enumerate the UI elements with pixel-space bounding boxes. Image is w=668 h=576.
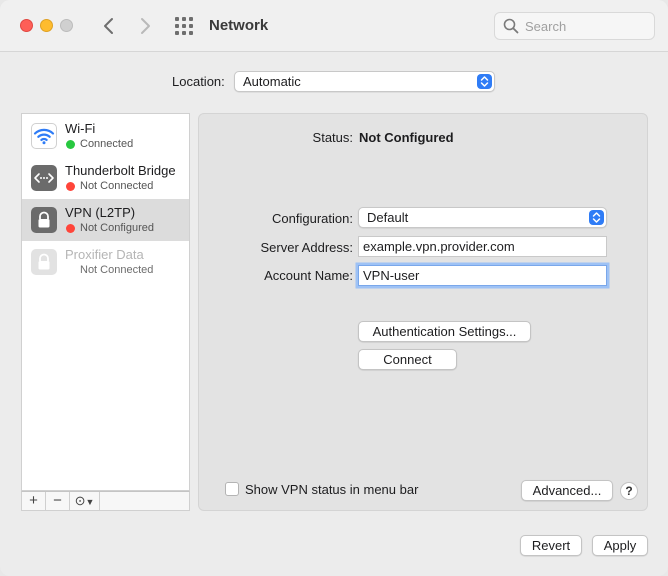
status-dot xyxy=(66,224,75,233)
service-list-toolbar: + − ⊙▼ xyxy=(21,491,190,511)
action-icon: ⊙ xyxy=(74,493,86,508)
server-address-field[interactable] xyxy=(358,236,607,257)
show-vpn-status-label: Show VPN status in menu bar xyxy=(245,482,419,497)
forward-button[interactable] xyxy=(134,14,156,38)
lock-icon xyxy=(31,207,57,233)
action-menu-button[interactable]: ⊙▼ xyxy=(70,492,100,510)
service-name: Proxifier Data xyxy=(65,247,144,262)
service-item-thunderbolt-bridge[interactable]: Thunderbolt Bridge Not Connected xyxy=(22,157,189,199)
help-button[interactable]: ? xyxy=(620,482,638,500)
vpn-detail-panel xyxy=(198,113,648,511)
status-label: Status: xyxy=(312,130,353,145)
remove-service-button[interactable]: − xyxy=(46,492,70,510)
configuration-label: Configuration: xyxy=(272,211,353,226)
service-status: Not Configured xyxy=(80,222,154,234)
location-label: Location: xyxy=(172,74,225,89)
revert-button[interactable]: Revert xyxy=(520,535,582,556)
service-name: Thunderbolt Bridge xyxy=(65,163,176,178)
service-name: Wi-Fi xyxy=(65,121,96,136)
show-vpn-status-checkbox[interactable] xyxy=(225,482,239,496)
service-status: Not Connected xyxy=(80,264,154,276)
status-dot xyxy=(66,182,75,191)
advanced-button[interactable]: Advanced... xyxy=(521,480,613,501)
minimize-window-button[interactable] xyxy=(40,19,53,32)
service-list: Wi-Fi Connected Thunderbolt Bridge Not C… xyxy=(21,113,190,491)
show-all-grid-icon[interactable] xyxy=(174,17,196,35)
configuration-value: Default xyxy=(367,210,409,225)
service-item-vpn-l2tp[interactable]: VPN (L2TP) Not Configured xyxy=(22,199,189,241)
chevron-left-icon xyxy=(104,18,113,34)
location-popup[interactable]: Automatic xyxy=(234,71,495,92)
close-window-button[interactable] xyxy=(20,19,33,32)
popup-arrows-icon xyxy=(477,74,492,89)
zoom-window-button[interactable] xyxy=(60,19,73,32)
server-address-label: Server Address: xyxy=(260,240,354,255)
wifi-icon xyxy=(31,123,57,149)
status-dot xyxy=(66,140,75,149)
service-item-wifi[interactable]: Wi-Fi Connected xyxy=(22,115,189,157)
configuration-popup[interactable]: Default xyxy=(358,207,607,228)
service-status: Not Connected xyxy=(80,180,154,192)
location-value: Automatic xyxy=(243,74,301,89)
back-button[interactable] xyxy=(98,14,120,38)
network-preferences-window: Network Location: Automatic xyxy=(0,0,668,576)
chevron-right-icon xyxy=(141,18,150,34)
thunderbolt-bridge-icon xyxy=(31,165,57,191)
title-bar: Network xyxy=(0,0,668,52)
popup-arrows-icon xyxy=(589,210,604,225)
connect-button[interactable]: Connect xyxy=(358,349,457,370)
window-title: Network xyxy=(209,17,269,34)
service-name: VPN (L2TP) xyxy=(65,205,136,220)
status-value: Not Configured xyxy=(359,130,454,145)
search-field[interactable] xyxy=(494,12,655,40)
service-status: Connected xyxy=(80,138,134,150)
account-name-field[interactable] xyxy=(358,265,607,286)
search-icon xyxy=(503,18,519,34)
apply-button[interactable]: Apply xyxy=(592,535,648,556)
search-input[interactable] xyxy=(525,17,645,35)
lock-icon xyxy=(31,249,57,275)
add-service-button[interactable]: + xyxy=(22,492,46,510)
service-item-proxifier-data[interactable]: Proxifier Data Not Connected xyxy=(22,241,189,283)
authentication-settings-button[interactable]: Authentication Settings... xyxy=(358,321,531,342)
account-name-label: Account Name: xyxy=(264,268,353,283)
chevron-down-icon: ▼ xyxy=(85,497,95,507)
